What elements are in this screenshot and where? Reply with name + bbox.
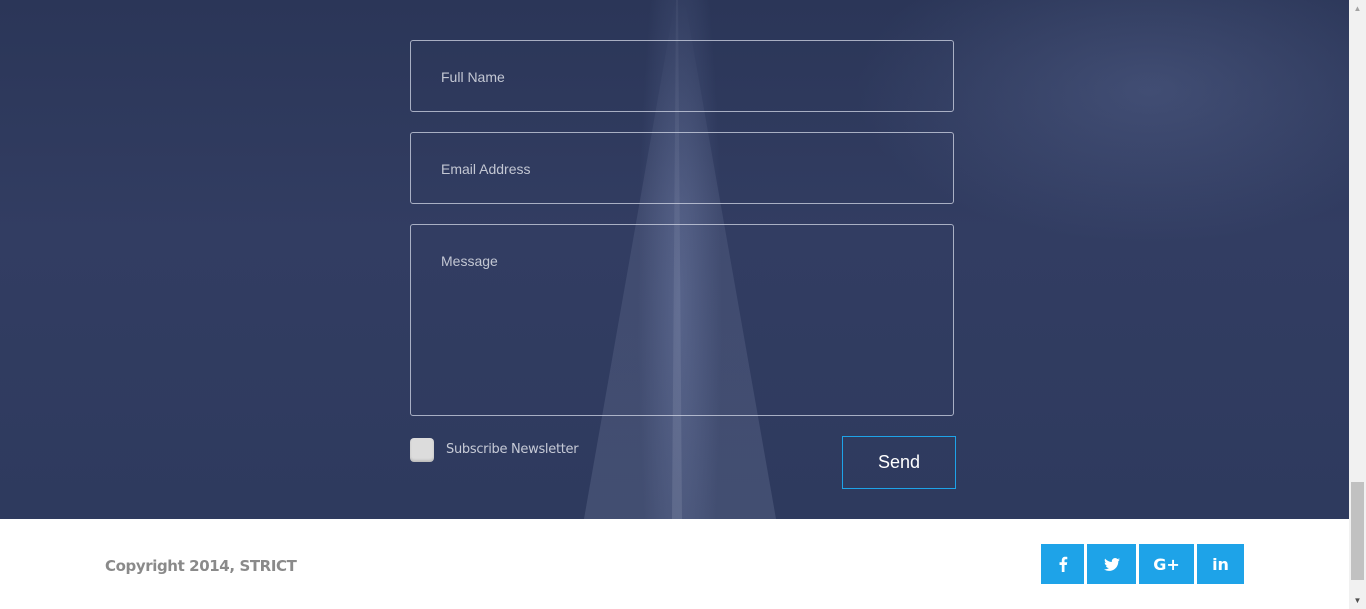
scrollbar-thumb[interactable]	[1351, 482, 1364, 580]
google-plus-icon: G+	[1153, 554, 1180, 574]
contact-section: Full Name Email Address Message Subscrib…	[0, 0, 1349, 519]
linkedin-icon: in	[1212, 554, 1229, 574]
copyright-text: Copyright 2014, STRICT	[105, 557, 297, 575]
subscribe-label[interactable]: Subscribe Newsletter	[446, 442, 579, 457]
message-textarea[interactable]: Message	[410, 224, 954, 416]
email-placeholder: Email Address	[441, 161, 531, 177]
full-name-placeholder: Full Name	[441, 69, 505, 85]
scroll-down-arrow-icon[interactable]: ▼	[1349, 592, 1366, 609]
twitter-button[interactable]	[1087, 544, 1136, 584]
page: Full Name Email Address Message Subscrib…	[0, 0, 1366, 609]
vertical-scrollbar[interactable]: ▲ ▼	[1349, 0, 1366, 609]
email-input[interactable]: Email Address	[410, 132, 954, 204]
facebook-icon	[1059, 556, 1067, 572]
scroll-up-arrow-icon[interactable]: ▲	[1349, 0, 1366, 17]
full-name-input[interactable]: Full Name	[410, 40, 954, 112]
google-plus-button[interactable]: G+	[1139, 544, 1194, 584]
facebook-button[interactable]	[1041, 544, 1084, 584]
send-button[interactable]: Send	[842, 436, 956, 489]
linkedin-button[interactable]: in	[1197, 544, 1244, 584]
footer: Copyright 2014, STRICT G+ in	[0, 519, 1349, 609]
twitter-icon	[1103, 557, 1120, 571]
subscribe-checkbox[interactable]	[410, 438, 434, 462]
message-placeholder: Message	[441, 253, 498, 269]
